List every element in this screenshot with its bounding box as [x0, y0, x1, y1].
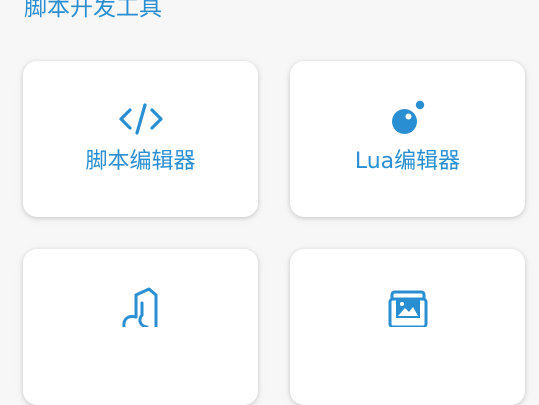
code-icon — [23, 99, 258, 139]
script-editor-card[interactable]: 脚本编辑器 — [23, 61, 258, 217]
section-title: 脚本开发工具 — [24, 0, 162, 21]
script-editor-label: 脚本编辑器 — [85, 149, 196, 174]
music-file-icon — [23, 287, 258, 327]
lua-editor-card[interactable]: Lua编辑器 — [290, 61, 525, 217]
image-icon — [290, 287, 525, 327]
image-card[interactable] — [290, 249, 525, 405]
lua-icon — [290, 99, 525, 139]
lua-editor-label: Lua编辑器 — [354, 149, 461, 174]
music-file-card[interactable] — [23, 249, 258, 405]
